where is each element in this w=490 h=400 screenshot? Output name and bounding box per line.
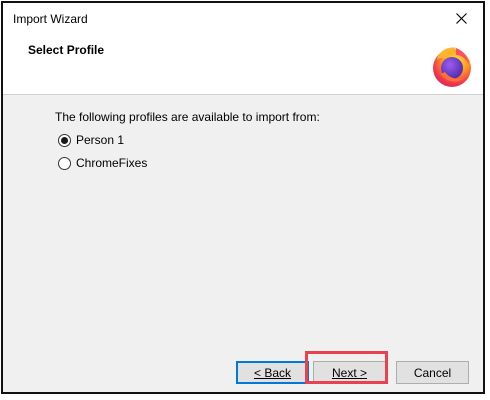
profile-option-person-1[interactable]: Person 1 [58,131,124,149]
instruction-text: The following profiles are available to … [55,110,320,124]
profile-label: ChromeFixes [76,156,148,170]
back-button[interactable]: < Back [236,361,309,384]
page-title: Select Profile [28,43,105,57]
window-title: Import Wizard [13,12,88,26]
wizard-header: Select Profile [3,33,483,95]
firefox-logo-icon [433,47,471,87]
wizard-content: The following profiles are available to … [3,95,483,392]
title-bar: Import Wizard [3,3,483,33]
next-button[interactable]: Next > [313,361,386,384]
import-wizard-window: Import Wizard Select Profile The followi… [1,1,485,394]
radio-unselected[interactable] [58,156,71,170]
profile-option-chromefixes[interactable]: ChromeFixes [58,154,147,172]
radio-selected[interactable] [58,133,71,147]
profile-label: Person 1 [76,133,125,147]
close-icon [455,12,467,24]
cancel-button[interactable]: Cancel [396,361,469,384]
close-button[interactable] [439,3,483,33]
